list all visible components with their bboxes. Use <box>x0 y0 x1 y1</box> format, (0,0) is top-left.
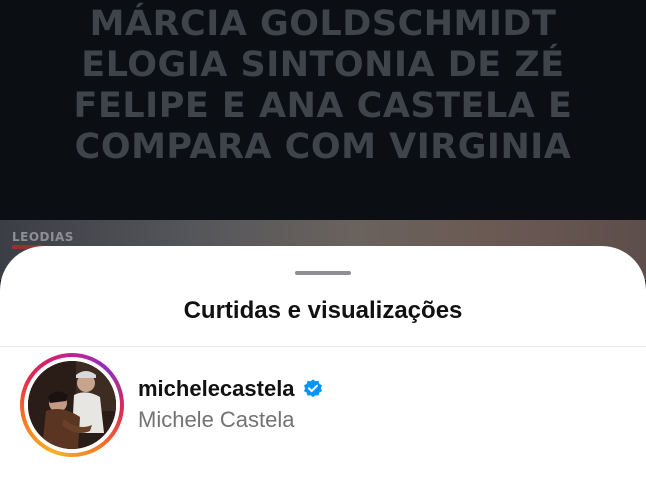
story-ring[interactable] <box>20 353 124 457</box>
sheet-grabber-handle[interactable] <box>295 271 351 275</box>
post-logo: LEODIAS <box>12 230 74 244</box>
verified-badge-icon <box>302 378 324 400</box>
full-name: Michele Castela <box>138 407 295 432</box>
post-headline: MÁRCIA GOLDSCHMIDT ELOGIA SINTONIA DE ZÉ… <box>0 4 646 168</box>
username[interactable]: michelecastela <box>138 376 295 402</box>
username-line: michelecastela <box>138 374 324 404</box>
headline-line: FELIPE E ANA CASTELA E <box>73 86 573 126</box>
likes-and-views-sheet: Curtidas e visualizações michelecastela … <box>0 246 646 477</box>
user-list-item[interactable]: michelecastela Michele Castela <box>0 350 646 460</box>
headline-line: COMPARA COM VIRGINIA <box>74 127 572 167</box>
sheet-title: Curtidas e visualizações <box>183 297 463 324</box>
sheet-divider <box>0 346 646 347</box>
headline-line: ELOGIA SINTONIA DE ZÉ <box>81 45 565 85</box>
headline-line: MÁRCIA GOLDSCHMIDT <box>89 4 557 44</box>
avatar-image <box>28 361 116 449</box>
avatar <box>28 361 116 449</box>
